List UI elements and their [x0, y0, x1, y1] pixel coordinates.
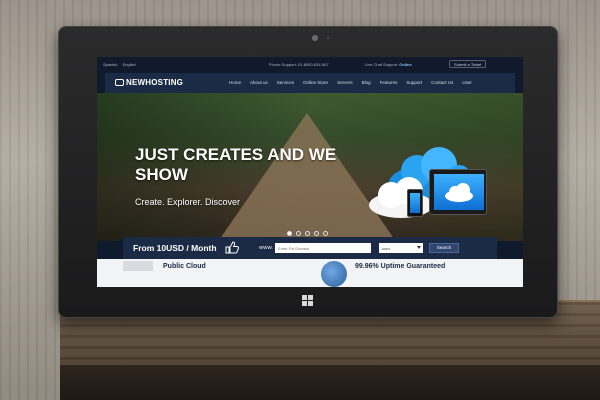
- nav-item-about-us[interactable]: About us: [250, 80, 268, 85]
- nav-menu: Home About us Services Online Store Serv…: [229, 80, 481, 85]
- tablet-illustration: [429, 169, 487, 215]
- live-chat-status: Online: [399, 62, 412, 67]
- camera-icon: [312, 35, 318, 41]
- search-button[interactable]: Search: [429, 243, 459, 253]
- live-chat-support[interactable]: Live Chat Support: Online: [365, 62, 412, 67]
- nav-item-support[interactable]: Support: [406, 80, 422, 85]
- live-chat-label: Live Chat Support:: [365, 62, 399, 67]
- submit-ticket-button[interactable]: Submit a Ticket: [449, 60, 487, 68]
- slide-dot-3[interactable]: [305, 231, 310, 236]
- thumbs-up-icon: [225, 241, 239, 254]
- feature-image-placeholder: [123, 261, 153, 271]
- slide-dot-2[interactable]: [296, 231, 301, 236]
- language-switcher: Spanish English: [103, 62, 140, 67]
- phone-illustration: [407, 189, 423, 217]
- slide-dot-4[interactable]: [314, 231, 319, 236]
- nav-item-contact-us[interactable]: Contact Us: [431, 80, 453, 85]
- uptime-badge-icon: [321, 261, 347, 287]
- sensor-dot: [327, 37, 329, 39]
- top-utility-bar: Spanish English Phone Support: 01-8000-6…: [97, 57, 523, 71]
- tld-select[interactable]: .com: [379, 243, 423, 253]
- hero-subtitle: Create. Explorer. Discover: [135, 197, 241, 207]
- slide-dot-5[interactable]: [323, 231, 328, 236]
- mini-cloud-icon: [445, 183, 473, 202]
- table-shadow: [60, 365, 600, 400]
- hero-title: JUST CREATES AND WE SHOW: [135, 145, 337, 184]
- slide-dot-1[interactable]: [287, 231, 292, 236]
- phone-support: Phone Support: 01-8000-634-567: [269, 62, 329, 67]
- nav-item-home[interactable]: Home: [229, 80, 241, 85]
- domain-search-bar: From 10USD / Month WWW. .com Search: [123, 237, 497, 259]
- content-section: Public Cloud 99.96% Uptime Guaranteed: [97, 259, 523, 287]
- nav-item-features[interactable]: Features: [380, 80, 398, 85]
- language-option-spanish[interactable]: Spanish: [103, 62, 117, 67]
- chevron-down-icon: [417, 246, 421, 249]
- cloud-white-icon: [369, 177, 433, 218]
- domain-search-input[interactable]: [275, 243, 371, 253]
- slider-pagination: [287, 231, 328, 236]
- language-option-english[interactable]: English: [123, 62, 136, 67]
- public-cloud-heading: Public Cloud: [163, 263, 206, 270]
- nav-item-servers[interactable]: Servers: [337, 80, 353, 85]
- www-label: WWW.: [259, 245, 273, 250]
- uptime-heading: 99.96% Uptime Guaranteed: [355, 263, 446, 270]
- nav-item-services[interactable]: Services: [277, 80, 294, 85]
- tld-selected-value: .com: [381, 246, 390, 251]
- nav-item-blog[interactable]: Blog: [362, 80, 371, 85]
- server-icon: [115, 79, 124, 86]
- tablet-device: Spanish English Phone Support: 01-8000-6…: [58, 26, 558, 318]
- hero-slider: JUST CREATES AND WE SHOW Create. Explore…: [97, 93, 523, 241]
- nav-item-online-store[interactable]: Online Store: [303, 80, 328, 85]
- windows-logo-icon[interactable]: [302, 295, 314, 307]
- main-navbar: NEWHOSTING Home About us Services Online…: [105, 73, 515, 93]
- tablet-screen: Spanish English Phone Support: 01-8000-6…: [97, 57, 523, 287]
- nav-item-user[interactable]: User: [462, 80, 472, 85]
- site-logo[interactable]: NEWHOSTING: [115, 78, 183, 87]
- price-text: From 10USD / Month: [133, 243, 217, 253]
- logo-text: NEWHOSTING: [126, 78, 184, 87]
